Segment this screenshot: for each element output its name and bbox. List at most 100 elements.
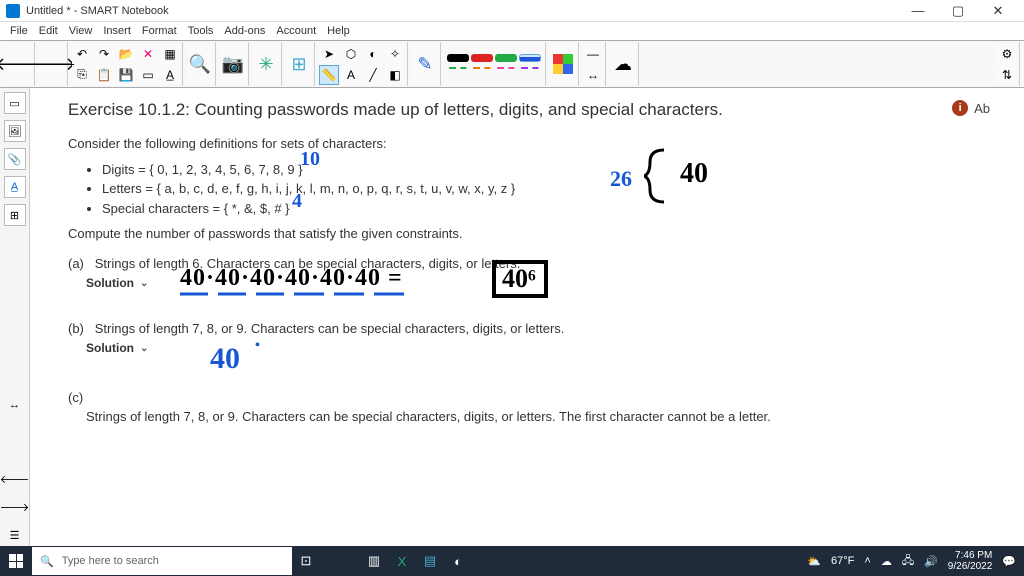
part-b-label: (b) xyxy=(68,321,84,336)
info-text: Ab xyxy=(974,101,990,116)
close-button[interactable]: ✕ xyxy=(978,3,1018,19)
exercise-title: Exercise 10.1.2: Counting passwords made… xyxy=(68,100,1006,120)
menu-account[interactable]: Account xyxy=(272,25,320,37)
eraser-tool[interactable]: ◧ xyxy=(385,65,405,85)
menu-help[interactable]: Help xyxy=(323,25,354,37)
shape-tool[interactable]: ⬡ xyxy=(341,44,361,64)
menu-bar: File Edit View Insert Format Tools Add-o… xyxy=(0,22,1024,40)
pen-dash-orange[interactable] xyxy=(471,67,493,75)
menu-view[interactable]: View xyxy=(65,25,97,37)
menu-edit[interactable]: Edit xyxy=(35,25,62,37)
pen-dash-green[interactable] xyxy=(447,67,469,75)
side-props[interactable]: A̲ xyxy=(4,176,26,198)
pen-dash-purple[interactable] xyxy=(519,67,541,75)
page-canvas[interactable]: i Ab Exercise 10.1.2: Counting passwords… xyxy=(30,88,1024,546)
minimize-button[interactable]: — xyxy=(898,3,938,19)
taskbar-excel[interactable]: X xyxy=(388,547,416,575)
solution-label-a: Solution xyxy=(86,274,134,292)
text-style-button[interactable]: A̲ xyxy=(160,65,180,85)
hand-total-40: 40 xyxy=(680,158,708,190)
side-toolbar: ▭ 🖼 📎 A̲ ⊞ ↔ 🡐 🡒 ☰ xyxy=(0,88,30,546)
addon-button[interactable]: ✳ xyxy=(253,45,279,83)
side-next[interactable]: 🡒 xyxy=(4,496,26,518)
swap-button[interactable]: ⇅ xyxy=(997,65,1017,85)
menu-addons[interactable]: Add-ons xyxy=(220,25,269,37)
weather-text[interactable]: 67°F xyxy=(831,555,854,567)
side-prev[interactable]: 🡐 xyxy=(4,468,26,490)
network-icon[interactable]: 🖧 xyxy=(902,552,914,571)
menu-insert[interactable]: Insert xyxy=(99,25,135,37)
app-icon xyxy=(6,4,20,18)
delete-button[interactable]: ✕ xyxy=(138,44,158,64)
info-icon: i xyxy=(952,100,968,116)
taskbar-notebook[interactable]: ▤ xyxy=(416,547,444,575)
solution-a-toggle[interactable]: Solution ⌄ xyxy=(86,274,148,292)
solution-b-toggle[interactable]: Solution ⌄ xyxy=(86,339,148,357)
pen-green[interactable] xyxy=(495,54,517,62)
new-page-button[interactable]: ⎘ xyxy=(72,65,92,85)
puzzle-button[interactable]: ⊞ xyxy=(286,45,312,83)
redo-button[interactable]: ↷ xyxy=(94,44,114,64)
window-controls: — ▢ ✕ xyxy=(898,3,1018,19)
taskbar-app-2[interactable]: ◐ xyxy=(444,547,472,575)
part-c-text: Strings of length 7, 8, or 9. Characters… xyxy=(86,407,1006,427)
weather-icon[interactable]: ⛅ xyxy=(807,555,821,568)
hand-digits-10: 10 xyxy=(300,148,320,171)
maximize-button[interactable]: ▢ xyxy=(938,3,978,19)
menu-tools[interactable]: Tools xyxy=(184,25,218,37)
cloud-button[interactable]: ☁ xyxy=(610,45,636,83)
text-tool[interactable]: A xyxy=(341,65,361,85)
onedrive-icon[interactable]: ☁ xyxy=(881,555,892,568)
paste-button[interactable]: 📋 xyxy=(94,65,114,85)
taskbar-app-1[interactable]: ▥ xyxy=(360,547,388,575)
fill-tool[interactable]: ◐ xyxy=(363,44,383,64)
side-gallery[interactable]: 🖼 xyxy=(4,120,26,142)
side-menu[interactable]: ☰ xyxy=(4,524,26,546)
open-button[interactable]: 📂 xyxy=(116,44,136,64)
search-icon: 🔍 xyxy=(40,555,54,568)
settings-button[interactable]: ⚙ xyxy=(997,44,1017,64)
measure-tool[interactable]: 📏 xyxy=(319,65,339,85)
menu-file[interactable]: File xyxy=(6,25,32,37)
defs-list: Digits = { 0, 1, 2, 3, 4, 5, 6, 7, 8, 9 … xyxy=(102,160,1006,219)
side-attach[interactable]: 📎 xyxy=(4,148,26,170)
side-pages[interactable]: ▭ xyxy=(4,92,26,114)
task-view-button[interactable]: ⊡ xyxy=(292,547,320,575)
magic-tool[interactable]: ✧ xyxy=(385,44,405,64)
tray-up-icon[interactable]: ˄ xyxy=(864,555,870,567)
line-tool[interactable]: ╱ xyxy=(363,65,383,85)
chevron-down-icon: ⌄ xyxy=(140,276,148,291)
pen-tool[interactable]: ✎ xyxy=(412,45,438,83)
pen-blue[interactable] xyxy=(519,54,541,62)
save-button[interactable]: 💾 xyxy=(116,65,136,85)
hand-special-4: 4 xyxy=(292,190,302,213)
line-style[interactable]: — xyxy=(583,44,603,64)
side-addons[interactable]: ⊞ xyxy=(4,204,26,226)
arrow-style[interactable]: ↔ xyxy=(583,65,603,85)
compute-text: Compute the number of passwords that sat… xyxy=(68,224,1006,244)
color-picker[interactable] xyxy=(550,45,576,83)
pen-dash-pink[interactable] xyxy=(495,67,517,75)
menu-format[interactable]: Format xyxy=(138,25,181,37)
notification-icon[interactable]: 💬 xyxy=(1002,555,1016,568)
solution-label-b: Solution xyxy=(86,339,134,357)
zoom-button[interactable]: 🔍 xyxy=(187,45,213,83)
def-special: Special characters = { *, &, $, # } xyxy=(102,199,1006,219)
next-page-button[interactable]: 🡒 xyxy=(39,45,65,83)
clock-time: 7:46 PM xyxy=(948,550,993,561)
clock[interactable]: 7:46 PM 9/26/2022 xyxy=(948,550,993,572)
pen-black[interactable] xyxy=(447,54,469,62)
select-tool[interactable]: ➤ xyxy=(319,44,339,64)
side-expand[interactable]: ↔ xyxy=(4,394,26,416)
screen-button[interactable]: ▭ xyxy=(138,65,158,85)
search-box[interactable]: 🔍 Type here to search xyxy=(32,547,292,575)
info-badge[interactable]: i Ab xyxy=(952,100,990,116)
volume-icon[interactable]: 🔊 xyxy=(924,555,938,568)
start-button[interactable] xyxy=(0,546,32,576)
camera-button[interactable]: 📷 xyxy=(220,45,246,83)
def-digits: Digits = { 0, 1, 2, 3, 4, 5, 6, 7, 8, 9 … xyxy=(102,160,1006,180)
table-button[interactable]: ▦ xyxy=(160,44,180,64)
undo-button[interactable]: ↶ xyxy=(72,44,92,64)
pen-red[interactable] xyxy=(471,54,493,62)
part-b-text: Strings of length 7, 8, or 9. Characters… xyxy=(95,321,565,336)
